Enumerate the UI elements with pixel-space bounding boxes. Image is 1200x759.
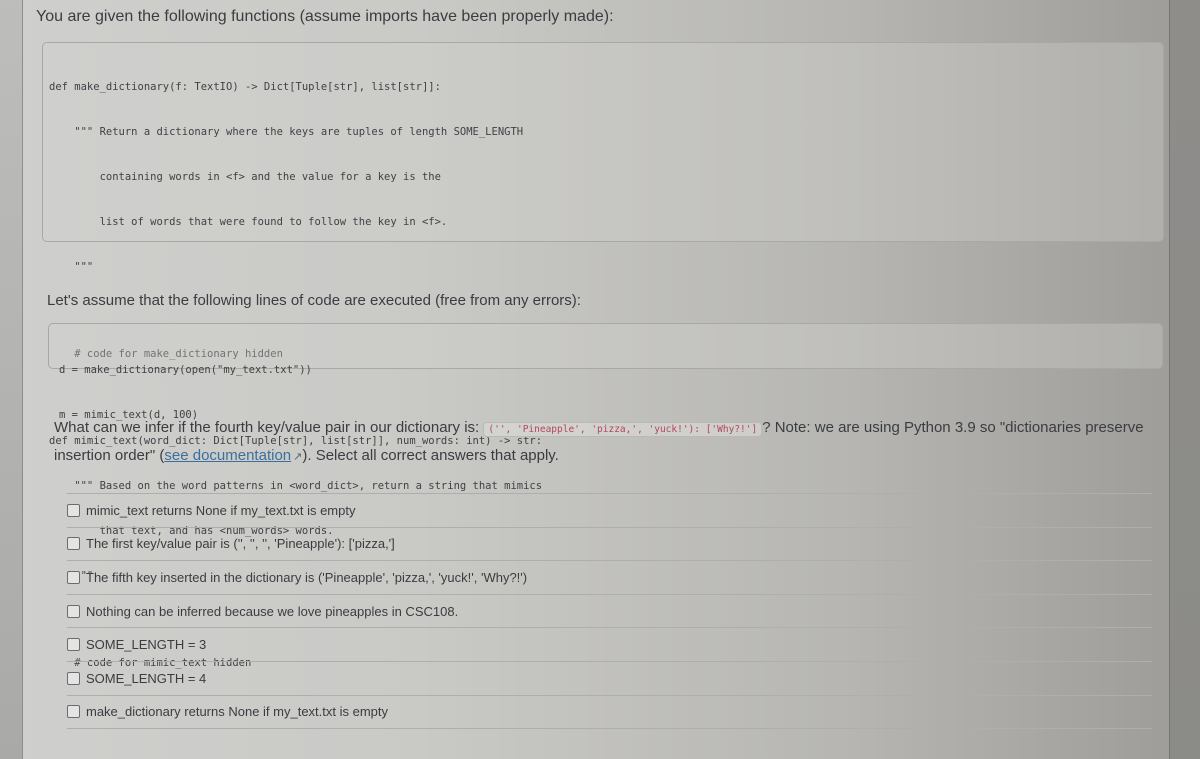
assumption-text: Let's assume that the following lines of… [47, 292, 581, 309]
answer-checkbox[interactable] [67, 537, 80, 551]
code-line: """ Return a dictionary where the keys a… [49, 126, 524, 138]
code-line: """ Based on the word patterns in <word_… [49, 480, 543, 492]
answer-label: SOME_LENGTH = 3 [86, 637, 207, 653]
answer-checkbox[interactable] [67, 638, 80, 652]
answer-option[interactable]: mimic_text returns None if my_text.txt i… [67, 493, 1152, 527]
answer-checkbox[interactable] [67, 604, 80, 618]
answer-options-list: mimic_text returns None if my_text.txt i… [67, 493, 1152, 730]
answer-label: mimic_text returns None if my_text.txt i… [86, 502, 356, 518]
question-intro-text: You are given the following functions (a… [36, 8, 614, 25]
code-line: d = make_dictionary(open("my_text.txt")) [59, 364, 312, 376]
code-line: containing words in <f> and the value fo… [49, 171, 441, 183]
answer-checkbox[interactable] [67, 503, 80, 517]
answer-label: make_dictionary returns None if my_text.… [86, 704, 389, 720]
question-prompt: What can we infer if the fourth key/valu… [54, 415, 1164, 470]
answer-option[interactable]: The first key/value pair is ('', '', '',… [67, 526, 1152, 561]
inline-code-key-value: ('', 'Pineapple', 'pizza,', 'yuck!'): ['… [483, 422, 763, 437]
code-line: def make_dictionary(f: TextIO) -> Dict[T… [49, 81, 441, 93]
answer-label: SOME_LENGTH = 4 [86, 670, 207, 686]
answer-label: Nothing can be inferred because we love … [86, 603, 459, 619]
quiz-question-card: You are given the following functions (a… [22, 0, 1170, 759]
prompt-text: What can we infer if the fourth key/valu… [54, 419, 484, 436]
answer-checkbox[interactable] [67, 705, 80, 719]
executed-code-block: d = make_dictionary(open("my_text.txt"))… [48, 323, 1163, 421]
prompt-text: ). Select all correct answers that apply… [302, 447, 559, 464]
documentation-link[interactable]: see documentation [164, 447, 291, 464]
external-link-icon: ↗ [293, 451, 303, 463]
page-right-edge [1169, 0, 1200, 759]
answer-label: The fifth key inserted in the dictionary… [86, 569, 528, 585]
answer-option[interactable]: SOME_LENGTH = 3 [67, 627, 1152, 661]
page-left-edge [0, 0, 23, 759]
answer-option[interactable]: SOME_LENGTH = 4 [67, 660, 1152, 695]
code-line: list of words that were found to follow … [49, 216, 448, 228]
answer-checkbox[interactable] [67, 570, 80, 584]
answer-option[interactable]: Nothing can be inferred because we love … [67, 593, 1152, 628]
answer-checkbox[interactable] [67, 671, 80, 685]
code-line: """ [49, 261, 94, 273]
answer-label: The first key/value pair is ('', '', '',… [86, 536, 395, 552]
answer-option[interactable]: make_dictionary returns None if my_text.… [67, 694, 1152, 730]
answer-option[interactable]: The fifth key inserted in the dictionary… [67, 560, 1152, 594]
function-definitions-code-block: def make_dictionary(f: TextIO) -> Dict[T… [42, 42, 1164, 669]
